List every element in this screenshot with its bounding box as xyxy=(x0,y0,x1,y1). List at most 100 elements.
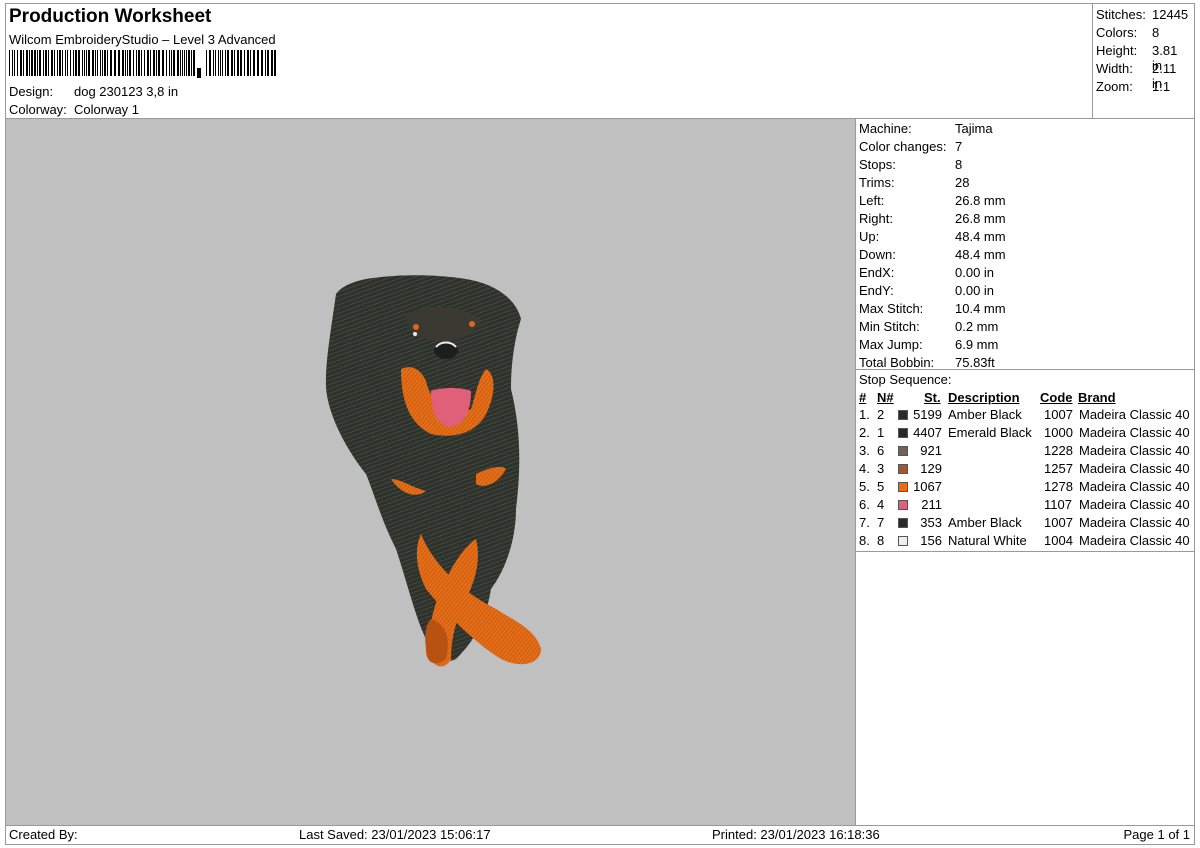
color-swatch xyxy=(898,464,908,474)
software-name: Wilcom EmbroideryStudio – Level 3 Advanc… xyxy=(9,32,276,47)
stop-needle: 1 xyxy=(877,425,885,440)
stop-needle: 2 xyxy=(877,407,885,422)
stop-code: 1228 xyxy=(1044,443,1073,458)
info-value: 10.4 mm xyxy=(955,301,1006,316)
stop-brand: Madeira Classic 40 xyxy=(1079,533,1190,548)
color-swatch xyxy=(898,500,908,510)
info-value: 48.4 mm xyxy=(955,229,1006,244)
page-number: Page 1 of 1 xyxy=(1123,827,1191,842)
info-row: Down: 48.4 mm xyxy=(859,246,1006,264)
design-label: Design: xyxy=(9,84,54,99)
info-row: Left: 26.8 mm xyxy=(859,192,1006,210)
stop-brand: Madeira Classic 40 xyxy=(1079,425,1190,440)
info-label: Max Stitch: xyxy=(859,301,924,316)
stop-num: 7. xyxy=(859,515,870,530)
stop-stitches: 1067 xyxy=(913,479,942,494)
col-desc-header: Description xyxy=(948,390,1020,405)
info-value: 26.8 mm xyxy=(955,193,1006,208)
info-label: Total Bobbin: xyxy=(859,355,935,370)
color-swatch xyxy=(898,428,908,438)
stop-description: Amber Black xyxy=(948,407,1022,422)
stop-num: 8. xyxy=(859,533,870,548)
col-n-header: N# xyxy=(877,390,894,405)
info-value: 0.00 in xyxy=(955,283,995,298)
stop-brand: Madeira Classic 40 xyxy=(1079,443,1190,458)
stop-num: 1. xyxy=(859,407,870,422)
stop-stitches: 5199 xyxy=(913,407,942,422)
info-value: 0.2 mm xyxy=(955,319,999,334)
stop-row: 1. 2 5199 Amber Black 1007 Madeira Classic 40 xyxy=(856,406,1194,424)
stop-num: 6. xyxy=(859,497,870,512)
stop-row: 8. 8 156 Natural White 1004 Madeira Classic 4… xyxy=(856,532,1194,550)
stop-brand: Madeira Classic 40 xyxy=(1079,407,1190,422)
color-swatch xyxy=(898,410,908,420)
info-row: Stops: 8 xyxy=(859,156,962,174)
stop-sequence-title: Stop Sequence: xyxy=(859,372,952,387)
stop-stitches: 353 xyxy=(920,515,942,530)
summary-zoom: Zoom: 1:1 xyxy=(1096,79,1171,94)
info-label: Trims: xyxy=(859,175,895,190)
info-label: Up: xyxy=(859,229,880,244)
stop-row: 5. 5 1067 1278 Madeira Classic 40 xyxy=(856,478,1194,496)
page-title: Production Worksheet xyxy=(9,6,212,27)
stop-num: 3. xyxy=(859,443,870,458)
info-row: Machine: Tajima xyxy=(859,120,993,138)
col-code-header: Code xyxy=(1040,390,1073,405)
stop-num: 4. xyxy=(859,461,870,476)
stop-num: 2. xyxy=(859,425,870,440)
col-num-header: # xyxy=(859,390,867,405)
design-preview xyxy=(5,118,856,826)
info-row: Up: 48.4 mm xyxy=(859,228,1006,246)
info-row: Min Stitch: 0.2 mm xyxy=(859,318,998,336)
stop-description: Emerald Black xyxy=(948,425,1032,440)
stop-needle: 3 xyxy=(877,461,885,476)
col-brand-header: Brand xyxy=(1078,390,1116,405)
stop-brand: Madeira Classic 40 xyxy=(1079,497,1190,512)
info-label: Min Stitch: xyxy=(859,319,920,334)
color-swatch xyxy=(898,446,908,456)
stop-code: 1007 xyxy=(1044,407,1073,422)
summary-stitches: Stitches: 12445 xyxy=(1096,7,1189,22)
stop-stitches: 211 xyxy=(921,497,942,512)
summary-width: Width: 2.11 in xyxy=(1096,61,1177,91)
stop-needle: 7 xyxy=(877,515,885,530)
info-row: Max Jump: 6.9 mm xyxy=(859,336,998,354)
printed-date: Printed: 23/01/2023 16:18:36 xyxy=(712,827,880,842)
last-saved: Last Saved: 23/01/2023 15:06:17 xyxy=(299,827,491,842)
stop-needle: 5 xyxy=(877,479,885,494)
stop-row: 6. 4 211 1107 Madeira Classic 40 xyxy=(856,496,1194,514)
info-label: Machine: xyxy=(859,121,912,136)
info-row: Right: 26.8 mm xyxy=(859,210,1006,228)
color-swatch xyxy=(898,518,908,528)
stop-stitches: 4407 xyxy=(913,425,942,440)
info-label: Left: xyxy=(859,193,885,208)
created-by: Created By: xyxy=(9,827,78,842)
stop-code: 1000 xyxy=(1044,425,1073,440)
stop-row: 3. 6 921 1228 Madeira Classic 40 xyxy=(856,442,1194,460)
design-summary: Stitches: 12445 Colors: 8 Height: 3.81 in W… xyxy=(1092,3,1195,119)
stop-stitches: 156 xyxy=(920,533,942,548)
stop-code: 1107 xyxy=(1044,497,1072,512)
info-value: 48.4 mm xyxy=(955,247,1006,262)
info-label: Stops: xyxy=(859,157,896,172)
stop-row: 7. 7 353 Amber Black 1007 Madeira Classic 40 xyxy=(856,514,1194,532)
stop-stitches: 921 xyxy=(920,443,942,458)
stop-needle: 6 xyxy=(877,443,885,458)
info-row: EndX: 0.00 in xyxy=(859,264,994,282)
color-swatch xyxy=(898,482,908,492)
color-swatch xyxy=(898,536,908,546)
stop-code: 1004 xyxy=(1044,533,1073,548)
stop-needle: 8 xyxy=(877,533,885,548)
table-divider xyxy=(856,551,1194,552)
embroidery-dog-image xyxy=(325,275,541,667)
info-value: 6.9 mm xyxy=(955,337,999,352)
info-value: 28 xyxy=(955,175,970,190)
stop-num: 5. xyxy=(859,479,870,494)
design-value: dog 230123 3,8 in xyxy=(74,84,179,99)
info-value: Tajima xyxy=(955,121,993,136)
info-label: EndX: xyxy=(859,265,895,280)
stop-brand: Madeira Classic 40 xyxy=(1079,479,1190,494)
info-row: EndY: 0.00 in xyxy=(859,282,994,300)
info-row: Trims: 28 xyxy=(859,174,969,192)
stop-brand: Madeira Classic 40 xyxy=(1079,461,1190,476)
